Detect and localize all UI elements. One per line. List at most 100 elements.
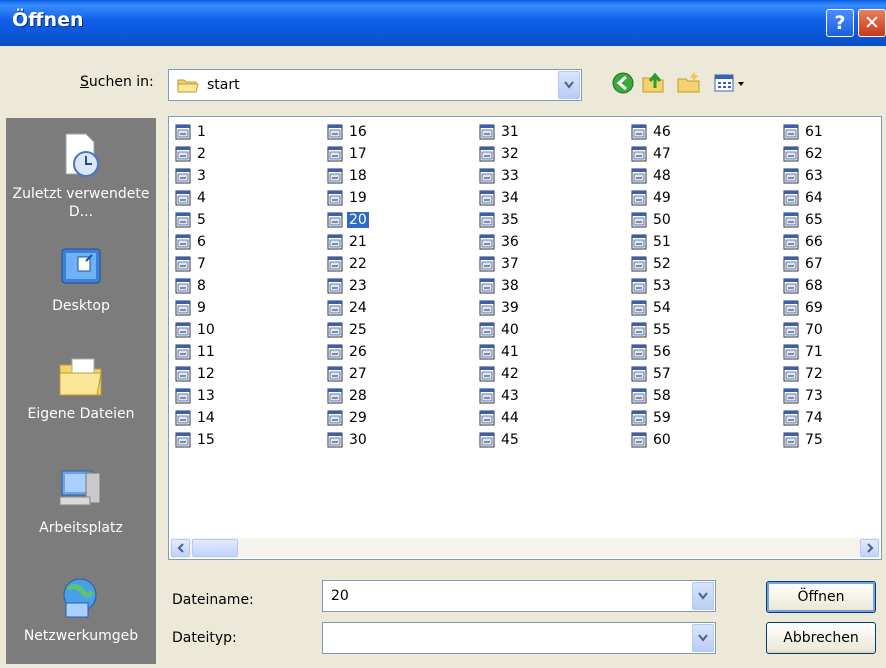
file-item[interactable]: 7 xyxy=(175,253,217,275)
file-item[interactable]: 39 xyxy=(479,297,521,319)
file-item[interactable]: 13 xyxy=(175,385,217,407)
file-item[interactable]: 46 xyxy=(631,121,673,143)
place-recent[interactable]: Zuletzt verwendete D... xyxy=(7,131,155,221)
file-item[interactable]: 9 xyxy=(175,297,217,319)
file-item[interactable]: 65 xyxy=(783,209,825,231)
file-item[interactable]: 25 xyxy=(327,319,369,341)
filetype-combobox[interactable] xyxy=(322,622,716,654)
scroll-thumb[interactable] xyxy=(192,539,238,557)
new-folder-icon[interactable] xyxy=(676,70,702,96)
file-item[interactable]: 60 xyxy=(631,429,673,451)
file-item[interactable]: 47 xyxy=(631,143,673,165)
file-item[interactable]: 59 xyxy=(631,407,673,429)
up-folder-icon[interactable] xyxy=(640,70,666,96)
lookin-dropdown-button[interactable] xyxy=(558,71,580,99)
place-network[interactable]: Netzwerkumgeb xyxy=(7,573,155,645)
file-item[interactable]: 40 xyxy=(479,319,521,341)
file-item[interactable]: 34 xyxy=(479,187,521,209)
file-item[interactable]: 52 xyxy=(631,253,673,275)
scroll-right-button[interactable] xyxy=(860,539,879,557)
file-item[interactable]: 28 xyxy=(327,385,369,407)
file-item[interactable]: 62 xyxy=(783,143,825,165)
file-item[interactable]: 51 xyxy=(631,231,673,253)
horizontal-scrollbar[interactable] xyxy=(170,538,880,558)
file-item[interactable]: 27 xyxy=(327,363,369,385)
place-my-computer[interactable]: Arbeitsplatz xyxy=(7,465,155,537)
file-item[interactable]: 23 xyxy=(327,275,369,297)
file-item[interactable]: 11 xyxy=(175,341,217,363)
file-item[interactable]: 15 xyxy=(175,429,217,451)
file-item[interactable]: 67 xyxy=(783,253,825,275)
file-item[interactable]: 75 xyxy=(783,429,825,451)
file-item[interactable]: 53 xyxy=(631,275,673,297)
file-item[interactable]: 36 xyxy=(479,231,521,253)
file-item[interactable]: 10 xyxy=(175,319,217,341)
file-item[interactable]: 50 xyxy=(631,209,673,231)
file-item[interactable]: 22 xyxy=(327,253,369,275)
file-item[interactable]: 42 xyxy=(479,363,521,385)
file-item[interactable]: 26 xyxy=(327,341,369,363)
file-item[interactable]: 24 xyxy=(327,297,369,319)
file-item[interactable]: 45 xyxy=(479,429,521,451)
file-item[interactable]: 68 xyxy=(783,275,825,297)
lookin-combobox[interactable]: start xyxy=(168,69,582,101)
close-button[interactable]: ✕ xyxy=(858,9,886,37)
file-item[interactable]: 72 xyxy=(783,363,825,385)
file-item[interactable]: 61 xyxy=(783,121,825,143)
file-item[interactable]: 43 xyxy=(479,385,521,407)
file-item[interactable]: 57 xyxy=(631,363,673,385)
title-bar[interactable]: Öffnen ? ✕ xyxy=(0,0,886,46)
file-item[interactable]: 73 xyxy=(783,385,825,407)
file-item[interactable]: 41 xyxy=(479,341,521,363)
file-item[interactable]: 18 xyxy=(327,165,369,187)
file-item[interactable]: 48 xyxy=(631,165,673,187)
file-item[interactable]: 21 xyxy=(327,231,369,253)
help-button[interactable]: ? xyxy=(826,9,854,37)
file-item[interactable]: 70 xyxy=(783,319,825,341)
cancel-button[interactable]: Abbrechen xyxy=(766,622,876,654)
file-item[interactable]: 20 xyxy=(327,209,369,231)
file-item[interactable]: 69 xyxy=(783,297,825,319)
file-item[interactable]: 37 xyxy=(479,253,521,275)
file-item[interactable]: 31 xyxy=(479,121,521,143)
file-item[interactable]: 66 xyxy=(783,231,825,253)
file-item[interactable]: 38 xyxy=(479,275,521,297)
file-item[interactable]: 14 xyxy=(175,407,217,429)
file-item[interactable]: 17 xyxy=(327,143,369,165)
view-menu-icon[interactable] xyxy=(712,70,750,96)
file-item[interactable]: 5 xyxy=(175,209,217,231)
file-item[interactable]: 55 xyxy=(631,319,673,341)
filename-dropdown-button[interactable] xyxy=(692,582,714,610)
place-my-documents[interactable]: Eigene Dateien xyxy=(7,351,155,423)
file-item[interactable]: 16 xyxy=(327,121,369,143)
file-item[interactable]: 29 xyxy=(327,407,369,429)
file-item[interactable]: 71 xyxy=(783,341,825,363)
file-item[interactable]: 33 xyxy=(479,165,521,187)
file-item[interactable]: 54 xyxy=(631,297,673,319)
file-item[interactable]: 44 xyxy=(479,407,521,429)
file-item[interactable]: 49 xyxy=(631,187,673,209)
back-icon[interactable] xyxy=(610,70,636,96)
file-list[interactable]: 1 2 3 4 5 6 7 8 9 10 11 12 13 14 15 16 17 18 19 20 21 22 23 24 2… xyxy=(168,116,882,560)
file-item[interactable]: 64 xyxy=(783,187,825,209)
file-item[interactable]: 35 xyxy=(479,209,521,231)
file-item[interactable]: 30 xyxy=(327,429,369,451)
file-item[interactable]: 6 xyxy=(175,231,217,253)
file-item[interactable]: 1 xyxy=(175,121,217,143)
scroll-left-button[interactable] xyxy=(171,539,190,557)
filename-combobox[interactable]: 20 xyxy=(322,580,716,612)
file-item[interactable]: 4 xyxy=(175,187,217,209)
file-item[interactable]: 8 xyxy=(175,275,217,297)
place-desktop[interactable]: Desktop xyxy=(7,243,155,315)
open-button[interactable]: Öffnen xyxy=(766,581,876,613)
file-item[interactable]: 12 xyxy=(175,363,217,385)
file-item[interactable]: 2 xyxy=(175,143,217,165)
file-item[interactable]: 63 xyxy=(783,165,825,187)
file-item[interactable]: 32 xyxy=(479,143,521,165)
file-item[interactable]: 19 xyxy=(327,187,369,209)
filetype-dropdown-button[interactable] xyxy=(692,624,714,652)
file-item[interactable]: 58 xyxy=(631,385,673,407)
file-item[interactable]: 3 xyxy=(175,165,217,187)
file-item[interactable]: 56 xyxy=(631,341,673,363)
file-item[interactable]: 74 xyxy=(783,407,825,429)
